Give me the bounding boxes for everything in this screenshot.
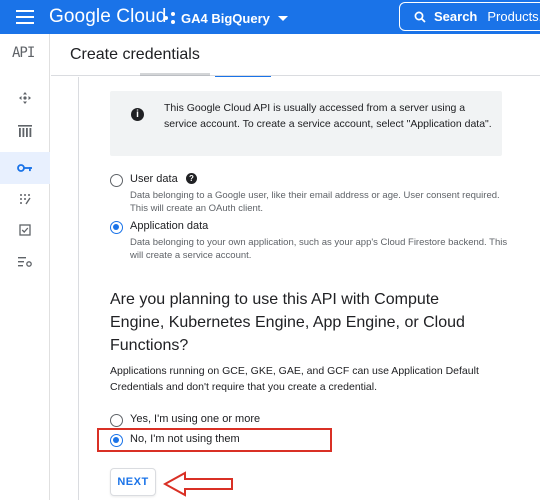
project-name: GA4 BigQuery (181, 10, 270, 26)
user-data-radio[interactable] (110, 174, 123, 187)
search-label: Search (434, 9, 478, 24)
application-data-desc: Data belonging to your own application, … (130, 237, 508, 261)
annotation-arrow-icon (163, 471, 233, 497)
compute-question-heading: Are you planning to use this API with Co… (110, 291, 465, 354)
move-icon[interactable] (16, 89, 34, 107)
checkbox-icon[interactable] (16, 221, 34, 239)
compute-question-desc: Applications running on GCE, GKE, GAE, a… (110, 365, 479, 393)
google-cloud-logo[interactable]: Google Cloud (49, 6, 166, 28)
library-icon[interactable] (16, 122, 34, 140)
no-label: No, I'm not using them (130, 433, 240, 445)
settings-list-icon[interactable] (16, 253, 34, 271)
sidebar-item-credentials[interactable] (0, 152, 50, 184)
info-banner: i This Google Cloud API is usually acces… (110, 91, 502, 156)
menu-icon[interactable] (16, 10, 34, 24)
info-text: This Google Cloud API is usually accesse… (164, 102, 492, 130)
sidebar: API (0, 34, 50, 500)
application-data-radio[interactable] (110, 221, 123, 234)
help-icon[interactable]: ? (186, 173, 197, 184)
info-icon: i (131, 108, 144, 121)
search-placeholder: Products, (487, 9, 540, 24)
user-data-desc: Data belonging to a Google user, like th… (130, 190, 500, 214)
page-title: Create credentials (70, 46, 200, 63)
cut-off-text (140, 73, 210, 76)
project-selector[interactable]: GA4 BigQuery (164, 9, 288, 27)
cut-off-link[interactable] (215, 76, 271, 77)
consent-icon[interactable] (16, 190, 34, 208)
user-data-label: User data (130, 173, 178, 185)
no-radio[interactable] (110, 434, 123, 447)
divider (78, 77, 79, 500)
search-icon (414, 11, 426, 23)
chevron-down-icon (277, 15, 288, 21)
project-icon (164, 12, 176, 24)
key-icon (17, 164, 32, 172)
top-app-bar: Google Cloud GA4 BigQuery Search Product… (0, 0, 540, 34)
yes-radio[interactable] (110, 414, 123, 427)
yes-label: Yes, I'm using one or more (130, 413, 261, 425)
page-header: Create credentials (51, 34, 540, 76)
search-input[interactable]: Search Products, (399, 2, 540, 31)
application-data-label: Application data (130, 220, 209, 232)
api-logo: API (12, 45, 35, 61)
next-button[interactable]: NEXT (110, 468, 156, 496)
